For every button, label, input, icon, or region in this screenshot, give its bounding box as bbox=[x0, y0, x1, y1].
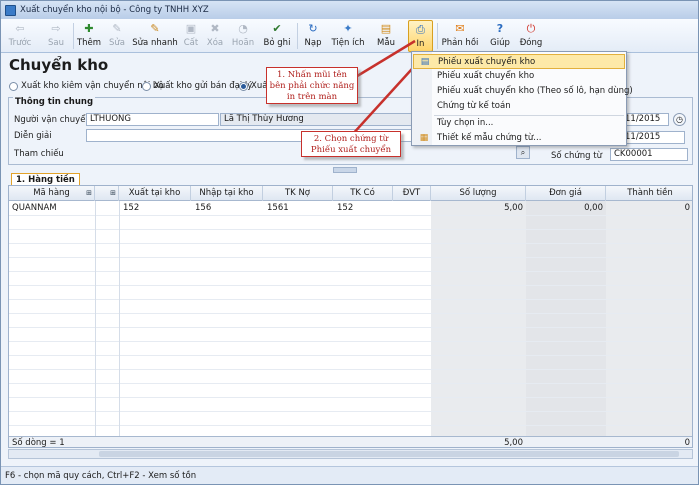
document-icon: ▤ bbox=[420, 57, 430, 67]
callout-step-2: 2. Chọn chứng từ Phiếu xuất chuyển bbox=[301, 131, 401, 157]
callout-step-1: 1. Nhấn mũi tên bên phải chức năng in tr… bbox=[266, 67, 358, 104]
design-icon: ▦ bbox=[419, 133, 429, 143]
menu-item-phieu-xuat-chuyen-kho-2[interactable]: Phiếu xuất chuyển kho bbox=[413, 69, 625, 84]
main-window: Xuất chuyển kho nội bộ - Công ty TNHH XY… bbox=[0, 0, 699, 485]
print-dropdown-menu: ▤ Phiếu xuất chuyển kho Phiếu xuất chuyển… bbox=[411, 51, 633, 146]
menu-item-chung-tu-ke-toan[interactable]: Chứng từ kế toán bbox=[413, 99, 625, 114]
menu-item-tuy-chon-in[interactable]: Tùy chọn in... bbox=[413, 116, 625, 131]
menu-item-phieu-xuat-chuyen-kho-1[interactable]: ▤ Phiếu xuất chuyển kho bbox=[413, 54, 625, 69]
menu-item-phieu-xuat-theo-lo[interactable]: Phiếu xuất chuyển kho (Theo số lô, hạn d… bbox=[413, 84, 633, 99]
menu-item-thiet-ke-mau[interactable]: ▦ Thiết kế mẫu chứng từ... bbox=[413, 131, 625, 146]
